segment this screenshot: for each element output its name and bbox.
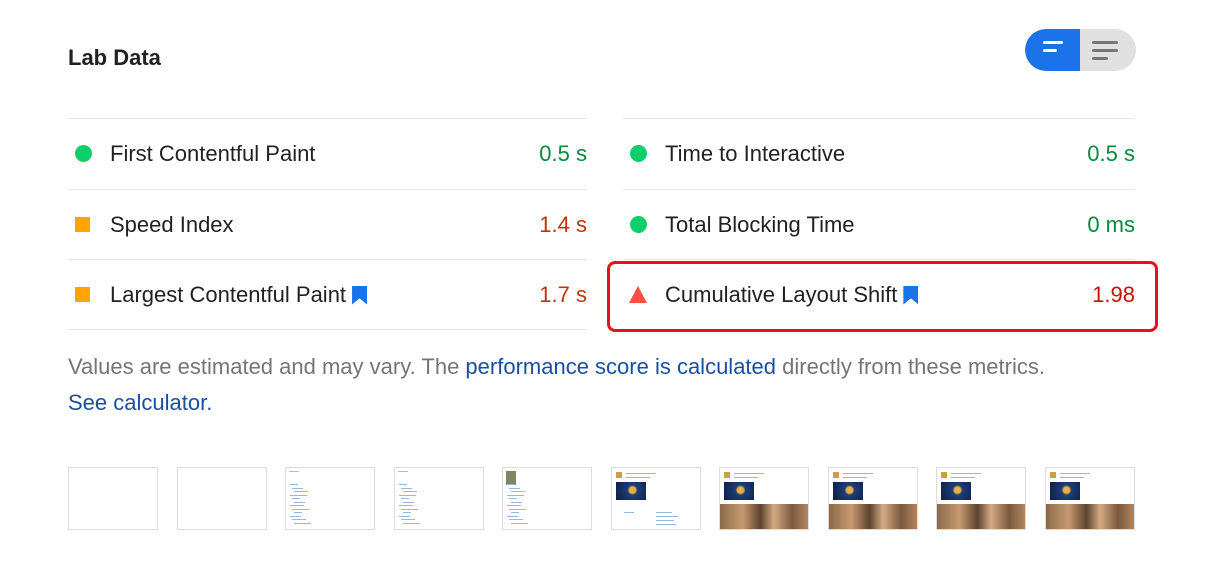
average-square-icon: [75, 216, 90, 232]
metric-value: 0.5 s: [539, 141, 587, 166]
pass-circle-icon: [630, 215, 647, 233]
metric-first-contentful-paint: First Contentful Paint 0.5 s: [68, 118, 587, 189]
metrics-note: Values are estimated and may vary. The p…: [68, 349, 1068, 421]
fail-triangle-icon: [629, 286, 647, 303]
pass-circle-icon: [630, 145, 647, 162]
filmstrip-frame: [177, 467, 267, 530]
compact-view-icon: [1043, 41, 1063, 57]
metric-value: 1.4 s: [539, 211, 587, 237]
average-square-icon: [75, 287, 90, 302]
performance-score-link[interactable]: performance score is calculated: [465, 354, 776, 379]
filmstrip-frame: [285, 467, 375, 530]
note-text: directly from these metrics.: [776, 354, 1045, 379]
list-view-icon: [1092, 41, 1118, 65]
compact-view-button[interactable]: [1025, 29, 1080, 71]
metric-largest-contentful-paint: Largest Contentful Paint 1.7 s: [68, 259, 587, 330]
metric-cumulative-layout-shift: Cumulative Layout Shift 1.98: [623, 259, 1135, 330]
pass-circle-icon: [75, 145, 92, 162]
filmstrip-frame: [936, 467, 1026, 530]
filmstrip-frame: [719, 467, 809, 530]
filmstrip-frame: [502, 467, 592, 530]
note-text: Values are estimated and may vary. The: [68, 354, 466, 379]
metrics-column-left: First Contentful Paint 0.5 s Speed Index…: [68, 118, 587, 330]
metric-value: 1.98: [1092, 282, 1135, 307]
list-view-button[interactable]: [1080, 29, 1136, 71]
metric-value: 0.5 s: [1087, 141, 1135, 166]
metrics-column-right: Time to Interactive 0.5 s Total Blocking…: [623, 118, 1135, 330]
filmstrip-frame: [394, 467, 484, 530]
filmstrip: [68, 467, 1135, 530]
bookmark-icon[interactable]: [352, 285, 368, 305]
see-calculator-link[interactable]: See calculator.: [68, 390, 212, 415]
view-toggle[interactable]: [1025, 29, 1136, 71]
filmstrip-frame: [1045, 467, 1135, 530]
metric-label: Total Blocking Time: [665, 211, 855, 237]
filmstrip-frame: [68, 467, 158, 530]
metric-speed-index: Speed Index 1.4 s: [68, 188, 587, 260]
metric-label: Speed Index: [110, 211, 234, 237]
metric-label: Time to Interactive: [665, 141, 846, 166]
bookmark-icon[interactable]: [903, 285, 919, 305]
metric-value: 0 ms: [1087, 211, 1135, 237]
metric-label: Largest Contentful Paint: [110, 282, 347, 307]
lab-data-title: Lab Data: [68, 45, 161, 70]
metric-value: 1.7 s: [539, 282, 587, 307]
metric-label: First Contentful Paint: [110, 141, 316, 166]
filmstrip-frame: [611, 467, 701, 530]
filmstrip-frame: [828, 467, 918, 530]
metric-total-blocking-time: Total Blocking Time 0 ms: [623, 188, 1135, 260]
metric-time-to-interactive: Time to Interactive 0.5 s: [623, 118, 1135, 189]
metric-label: Cumulative Layout Shift: [665, 282, 898, 307]
